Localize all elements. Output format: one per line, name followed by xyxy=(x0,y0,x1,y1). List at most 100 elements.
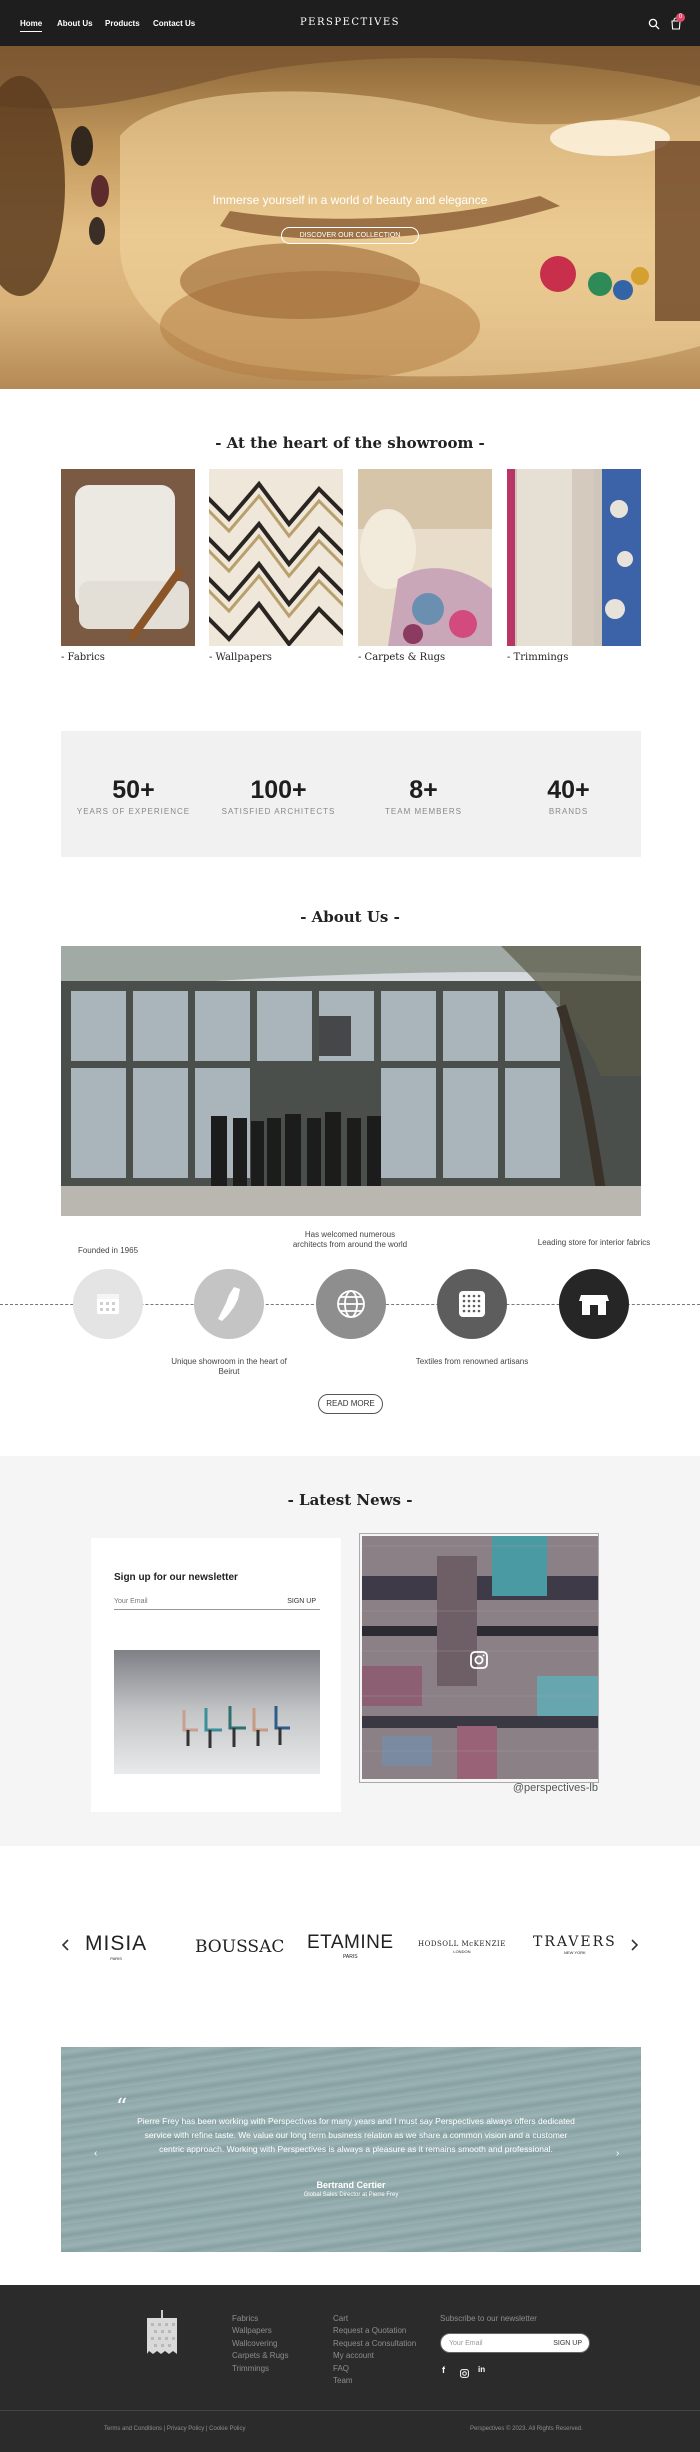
hero-banner: Immerse yourself in a world of beauty an… xyxy=(0,46,700,389)
stat-value: 40+ xyxy=(547,776,590,804)
timeline-showroom: Unique showroom in the heart of Beirut xyxy=(171,1357,287,1376)
carpets-rugs-category-image[interactable] xyxy=(358,469,492,646)
textile-icon xyxy=(437,1269,507,1339)
instagram-handle[interactable]: @perspectives-lb xyxy=(360,1782,598,1794)
brand-name: TRAVERS xyxy=(533,1934,617,1950)
about-section-title: - About Us - xyxy=(300,908,400,926)
wallpapers-category-image[interactable] xyxy=(209,469,343,646)
chevron-left-icon[interactable] xyxy=(60,1938,72,1952)
store-icon xyxy=(559,1269,629,1339)
category-label-fabrics[interactable]: - Fabrics xyxy=(61,652,105,663)
newsletter-heading: Sign up for our newsletter xyxy=(114,1572,238,1583)
brand-travers-logo[interactable]: TRAVERS NEW YORK xyxy=(533,1934,617,1955)
chevron-right-icon[interactable] xyxy=(628,1938,640,1952)
footer-link-fabrics[interactable]: Fabrics xyxy=(232,2313,258,2326)
slider-prev-icon[interactable]: ‹ xyxy=(94,2148,97,2159)
brand-boussac-logo[interactable]: BOUSSAC xyxy=(195,1937,284,1957)
read-more-button[interactable]: READ MORE xyxy=(318,1394,383,1414)
slider-next-icon[interactable]: › xyxy=(616,2148,619,2159)
stat-brands: 40+ BRANDS xyxy=(496,776,641,816)
footer-copyright: Perspectives © 2023. All Rights Reserved… xyxy=(470,2426,583,2432)
category-label-wallpapers[interactable]: - Wallpapers xyxy=(209,652,272,663)
stat-experience: 50+ YEARS OF EXPERIENCE xyxy=(61,776,206,816)
stats-panel: 50+ YEARS OF EXPERIENCE 100+ SATISFIED A… xyxy=(61,731,641,857)
timeline-architects: Has welcomed numerous architects from ar… xyxy=(292,1230,408,1249)
testimonial-author: Bertrand Certier xyxy=(316,2180,386,2190)
instagram-footer-icon[interactable] xyxy=(460,2365,469,2378)
fabrics-category-image[interactable] xyxy=(61,469,195,646)
stat-team: 8+ TEAM MEMBERS xyxy=(351,776,496,816)
stat-label: TEAM MEMBERS xyxy=(385,807,462,816)
stat-label: SATISFIED ARCHITECTS xyxy=(221,807,336,816)
cart-icon[interactable]: 0 xyxy=(670,13,685,30)
footer-signup-button[interactable]: SIGN UP xyxy=(553,2340,582,2347)
timeline-founded: Founded in 1965 xyxy=(77,1246,139,1255)
search-icon[interactable] xyxy=(648,17,660,30)
footer-link-my-account[interactable]: My account xyxy=(333,2350,374,2363)
newsletter-signup-button[interactable]: SIGN UP xyxy=(287,1598,316,1605)
lebanon-map-icon xyxy=(194,1269,264,1339)
testimonial-quote: Pierre Frey has been working with Perspe… xyxy=(137,2116,575,2154)
footer-link-wallcovering[interactable]: Wallcovering xyxy=(232,2338,278,2351)
site-logo[interactable]: PERSPECTIVES xyxy=(0,17,700,28)
footer-legal-links[interactable]: Terms and Conditions | Privacy Policy | … xyxy=(104,2423,246,2436)
stat-value: 50+ xyxy=(112,776,155,804)
brand-name: BOUSSAC xyxy=(195,1937,285,1957)
brand-city: PARIS xyxy=(342,1954,358,1960)
testimonial-slider: “ Pierre Frey has been working with Pers… xyxy=(61,2047,641,2252)
news-section-title: - Latest News - xyxy=(287,1491,413,1509)
newsletter-email-input[interactable]: Your Email xyxy=(114,1598,148,1605)
footer-newsletter-form: Your Email SIGN UP xyxy=(440,2333,590,2353)
armchair-fabric-photo xyxy=(61,469,195,646)
brand-hodsoll-mckenzie-logo[interactable]: HODSOLL McKENZIE LONDON xyxy=(418,1940,506,1954)
colorful-rug-photo xyxy=(358,469,492,646)
brand-city: PARIS xyxy=(110,1956,122,1961)
footer-link-trimmings[interactable]: Trimmings xyxy=(232,2363,269,2376)
footer-link-team[interactable]: Team xyxy=(333,2375,353,2388)
linkedin-icon[interactable]: in xyxy=(478,2365,485,2374)
showroom-section-title: - At the heart of the showroom - xyxy=(215,434,485,452)
footer-link-request-consultation[interactable]: Request a Consultation xyxy=(333,2338,416,2351)
stat-value: 100+ xyxy=(250,776,307,804)
brand-city: NEW YORK xyxy=(564,1950,586,1955)
hero-headline: Immerse yourself in a world of beauty an… xyxy=(212,193,488,207)
instagram-rug-image xyxy=(362,1536,598,1779)
stat-value: 8+ xyxy=(409,776,438,804)
brand-name: HODSOLL McKENZIE xyxy=(418,1940,506,1948)
latest-news-section: - Latest News - Sign up for our newslett… xyxy=(0,1456,700,1846)
globe-icon xyxy=(316,1269,386,1339)
timeline-textiles: Textiles from renowned artisans xyxy=(415,1357,529,1366)
footer-link-request-quotation[interactable]: Request a Quotation xyxy=(333,2325,406,2338)
instagram-icon xyxy=(469,1650,489,1670)
chairs-photo xyxy=(114,1650,320,1774)
footer-fabric-swatch-logo[interactable] xyxy=(144,2310,180,2356)
testimonial-role: Global Sales Director at Pierre Frey xyxy=(303,2192,399,2198)
footer-link-cart[interactable]: Cart xyxy=(333,2313,348,2326)
footer-link-carpets-rugs[interactable]: Carpets & Rugs xyxy=(232,2350,288,2363)
category-label-carpets-rugs[interactable]: - Carpets & Rugs xyxy=(358,652,445,663)
footer-newsletter-label: Subscribe to our newsletter xyxy=(440,2314,537,2323)
newsletter-card: Sign up for our newsletter Your Email SI… xyxy=(91,1538,341,1812)
instagram-post[interactable] xyxy=(359,1533,599,1783)
trimmings-category-image[interactable] xyxy=(507,469,641,646)
footer-link-wallpapers[interactable]: Wallpapers xyxy=(232,2325,272,2338)
stat-label: BRANDS xyxy=(548,807,589,816)
timeline-leading-store: Leading store for interior fabrics xyxy=(537,1238,651,1247)
stat-label: YEARS OF EXPERIENCE xyxy=(76,807,191,816)
footer-link-faq[interactable]: FAQ xyxy=(333,2363,349,2376)
stat-architects: 100+ SATISFIED ARCHITECTS xyxy=(206,776,351,816)
calendar-icon xyxy=(73,1269,143,1339)
team-photo xyxy=(61,946,641,1216)
quote-icon: “ xyxy=(116,2095,128,2120)
brand-name: MISIA xyxy=(85,1932,148,1955)
facebook-icon[interactable]: f xyxy=(442,2365,445,2375)
footer-divider xyxy=(0,2410,700,2411)
footer-email-input[interactable]: Your Email xyxy=(449,2340,483,2347)
category-label-trimmings[interactable]: - Trimmings xyxy=(507,652,568,663)
brand-etamine-logo[interactable]: ETAMINE PARIS xyxy=(307,1932,394,1960)
site-footer: Fabrics Wallpapers Wallcovering Carpets … xyxy=(0,2285,700,2452)
chevron-wallpaper-photo xyxy=(209,469,343,646)
discover-collection-button[interactable]: DISCOVER OUR COLLECTION xyxy=(281,227,419,244)
top-navigation: Home About Us Products Contact Us PERSPE… xyxy=(0,0,700,46)
brand-misia-logo[interactable]: MISIA PARIS xyxy=(85,1932,147,1961)
